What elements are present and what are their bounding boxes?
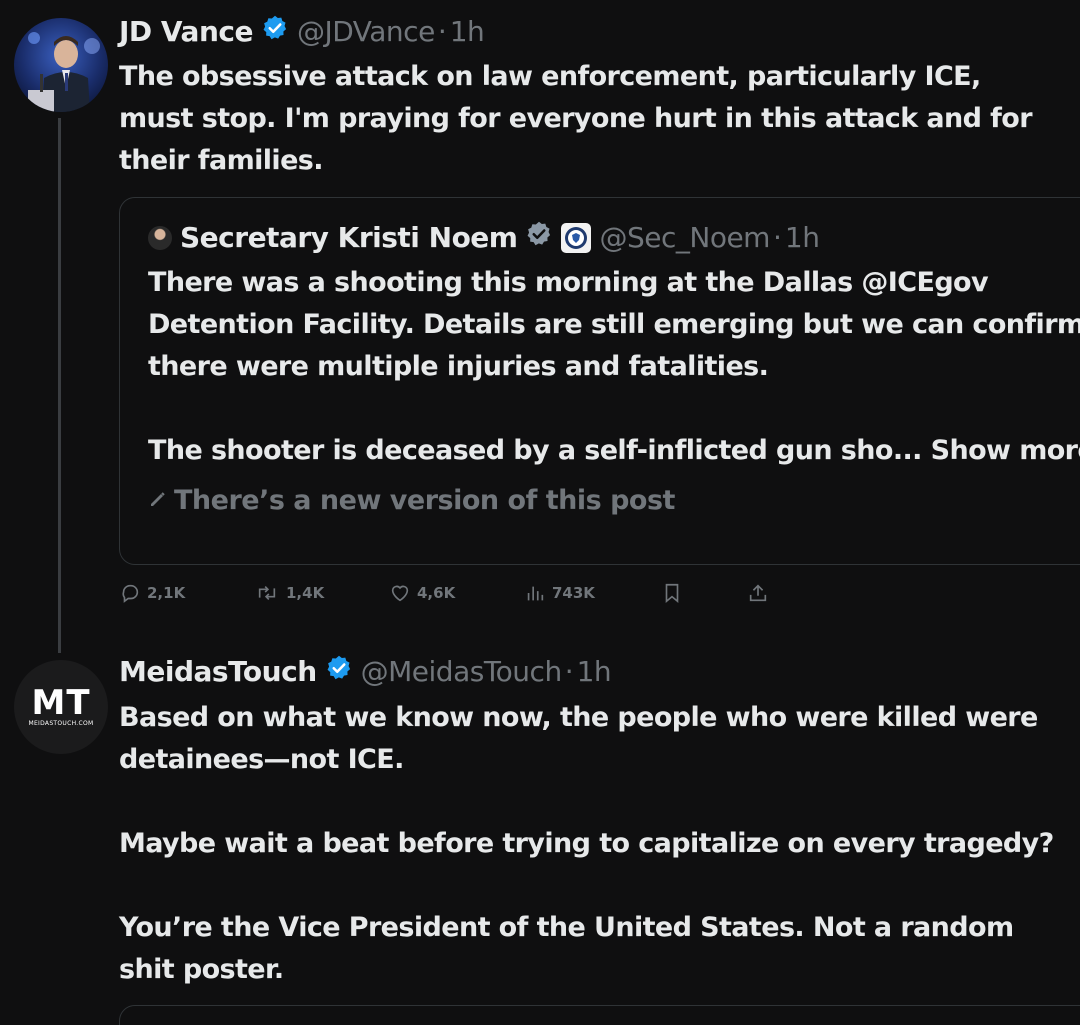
share-button[interactable] xyxy=(747,582,769,604)
author-handle[interactable]: @JDVance xyxy=(297,15,435,48)
dhs-seal-icon xyxy=(561,222,592,253)
heart-icon xyxy=(391,585,409,602)
thread-connector-line xyxy=(58,118,61,653)
reply-count: 2,1K xyxy=(147,584,186,602)
quote-header: Secretary Kristi Noem @Sec_Noem · 1h xyxy=(148,220,820,255)
verified-badge-icon xyxy=(261,14,289,49)
post-actions-bar: 2,1K 1,4K 4,6K 743K xyxy=(119,582,819,612)
avatar-photo-icon xyxy=(14,18,108,112)
author-name[interactable]: MeidasTouch xyxy=(119,655,317,688)
avatar-jdvance[interactable] xyxy=(14,18,108,112)
bookmark-icon xyxy=(665,583,679,604)
mt-logo-text: MT xyxy=(31,682,91,723)
new-version-notice[interactable]: There’s a new version of this post xyxy=(148,485,675,516)
author-handle[interactable]: @MeidasTouch xyxy=(361,655,563,688)
repost-count: 1,4K xyxy=(286,584,325,602)
avatar-meidastouch[interactable]: MT MEIDASTOUCH.COM xyxy=(14,660,108,754)
quote-avatar[interactable] xyxy=(148,225,172,250)
quote-author-handle[interactable]: @Sec_Noem xyxy=(599,221,770,254)
share-icon xyxy=(749,584,767,602)
post-time[interactable]: 1h xyxy=(577,655,612,688)
quoted-post-card-partial[interactable] xyxy=(119,1005,1080,1025)
mt-logo-subtext: MEIDASTOUCH.COM xyxy=(28,719,94,727)
tweet1-header: JD Vance @JDVance · 1h xyxy=(119,14,485,49)
separator-dot: · xyxy=(437,15,447,48)
author-name[interactable]: JD Vance xyxy=(119,15,253,48)
like-count: 4,6K xyxy=(417,584,456,602)
tweet2-header: MeidasTouch @MeidasTouch · 1h xyxy=(119,654,612,689)
repost-icon xyxy=(258,585,276,601)
verified-badge-icon xyxy=(525,220,553,255)
quote-author-name[interactable]: Secretary Kristi Noem xyxy=(180,221,518,254)
bookmark-button[interactable] xyxy=(661,582,683,604)
reply-icon xyxy=(122,584,139,603)
quote-post-time[interactable]: 1h xyxy=(785,221,820,254)
views-button[interactable]: 743K xyxy=(524,582,595,604)
verified-badge-icon xyxy=(325,654,353,689)
quote-text-container: There was a shooting this morning at the… xyxy=(148,262,1080,472)
tweet1-text: The obsessive attack on law enforcement,… xyxy=(119,61,1033,176)
post-time[interactable]: 1h xyxy=(450,15,485,48)
quoted-post-card[interactable]: Secretary Kristi Noem @Sec_Noem · 1h The… xyxy=(119,197,1080,565)
views-count: 743K xyxy=(552,584,595,602)
tweet2-text: Based on what we know now, the people wh… xyxy=(119,702,1054,985)
separator-dot: · xyxy=(564,655,574,688)
like-button[interactable]: 4,6K xyxy=(389,582,455,604)
views-chart-icon xyxy=(527,586,544,601)
new-version-text: There’s a new version of this post xyxy=(174,485,675,516)
repost-button[interactable]: 1,4K xyxy=(254,582,324,604)
separator-dot: · xyxy=(772,221,782,254)
edit-pencil-icon xyxy=(148,485,168,516)
show-more-link[interactable]: Show more xyxy=(931,435,1080,466)
reply-button[interactable]: 2,1K xyxy=(119,582,185,604)
